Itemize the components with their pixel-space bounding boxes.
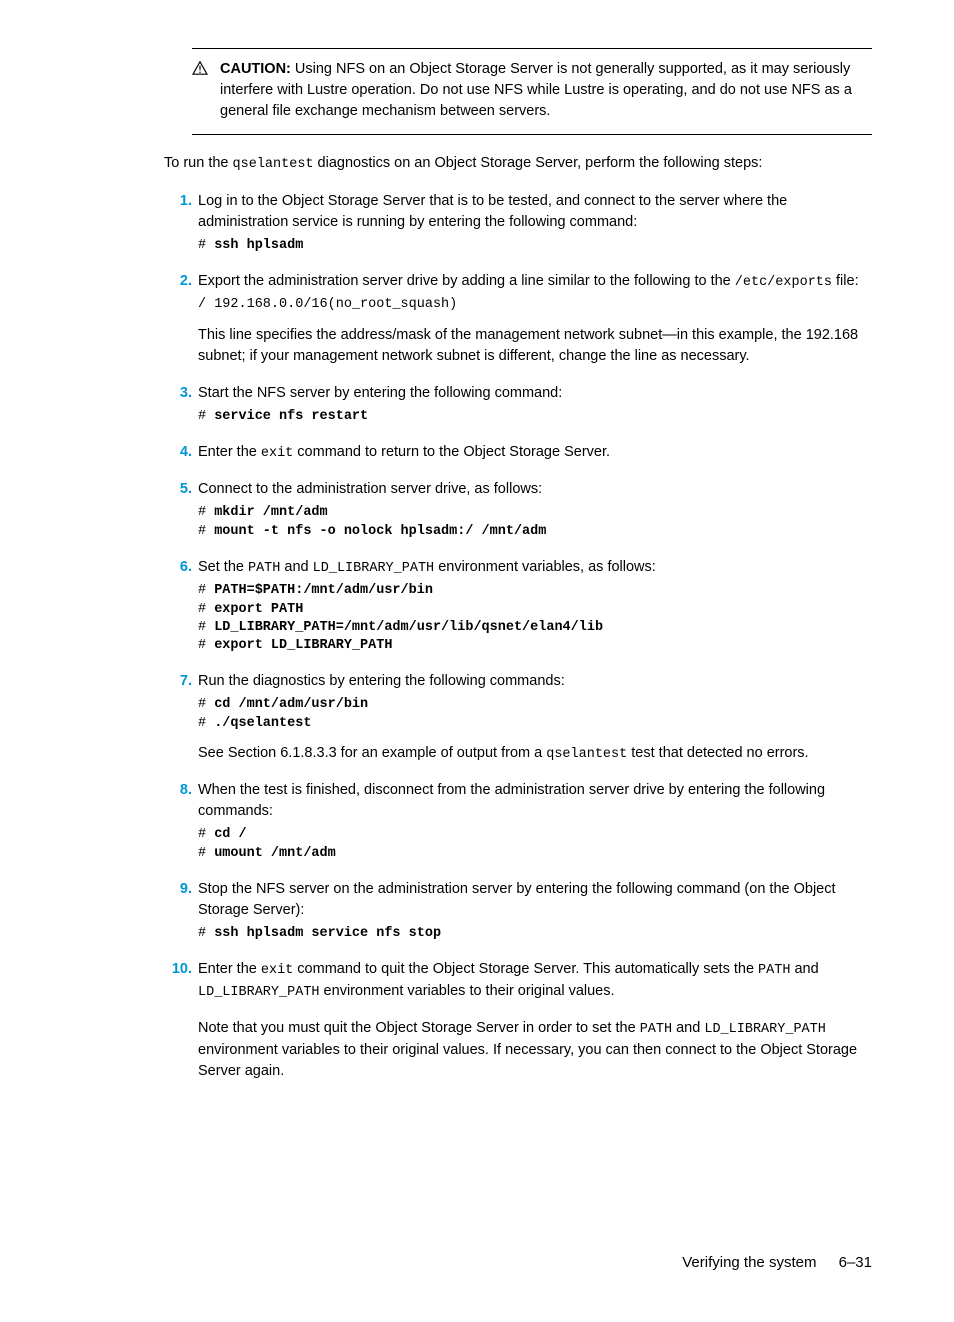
step-7-code: # cd /mnt/adm/usr/bin # ./qselantest bbox=[198, 696, 872, 732]
step-3: Start the NFS server by entering the fol… bbox=[164, 383, 872, 426]
step-4-text: Enter the exit command to return to the … bbox=[198, 442, 872, 464]
step-9-code: # ssh hplsadm service nfs stop bbox=[198, 925, 872, 943]
step-3-code: # service nfs restart bbox=[198, 408, 872, 426]
step-3-text: Start the NFS server by entering the fol… bbox=[198, 383, 872, 404]
step-10-p2: Note that you must quit the Object Stora… bbox=[198, 1018, 872, 1082]
intro-post: diagnostics on an Object Storage Server,… bbox=[314, 155, 763, 171]
step-7: Run the diagnostics by entering the foll… bbox=[164, 671, 872, 764]
step-5-code: # mkdir /mnt/adm # mount -t nfs -o noloc… bbox=[198, 504, 872, 540]
footer-page: 6–31 bbox=[839, 1254, 872, 1271]
step-10-p1: Enter the exit command to quit the Objec… bbox=[198, 959, 872, 1002]
step-2-code: / 192.168.0.0/16(no_root_squash) bbox=[198, 296, 872, 314]
step-1: Log in to the Object Storage Server that… bbox=[164, 191, 872, 255]
caution-text: CAUTION: Using NFS on an Object Storage … bbox=[220, 59, 872, 122]
step-4: Enter the exit command to return to the … bbox=[164, 442, 872, 464]
page-footer: Verifying the system 6–31 bbox=[82, 1252, 872, 1274]
step-8-code: # cd / # umount /mnt/adm bbox=[198, 826, 872, 862]
intro-paragraph: To run the qselantest diagnostics on an … bbox=[164, 153, 872, 175]
step-6-text: Set the PATH and LD_LIBRARY_PATH environ… bbox=[198, 557, 872, 579]
intro-pre: To run the bbox=[164, 155, 233, 171]
step-1-code: # ssh hplsadm bbox=[198, 237, 872, 255]
caution-body: Using NFS on an Object Storage Server is… bbox=[220, 61, 852, 119]
step-2: Export the administration server drive b… bbox=[164, 271, 872, 367]
caution-icon bbox=[192, 59, 220, 122]
caution-box: CAUTION: Using NFS on an Object Storage … bbox=[192, 48, 872, 135]
step-2-note: This line specifies the address/mask of … bbox=[198, 325, 872, 367]
steps-list: Log in to the Object Storage Server that… bbox=[164, 191, 872, 1082]
step-7-note: See Section 6.1.8.3.3 for an example of … bbox=[198, 743, 872, 765]
step-5-text: Connect to the administration server dri… bbox=[198, 479, 872, 500]
caution-label: CAUTION: bbox=[220, 61, 291, 77]
step-10: Enter the exit command to quit the Objec… bbox=[164, 959, 872, 1082]
step-1-text: Log in to the Object Storage Server that… bbox=[198, 191, 872, 233]
step-6-code: # PATH=$PATH:/mnt/adm/usr/bin # export P… bbox=[198, 582, 872, 655]
step-8: When the test is finished, disconnect fr… bbox=[164, 780, 872, 862]
footer-title: Verifying the system bbox=[682, 1254, 816, 1271]
step-9: Stop the NFS server on the administratio… bbox=[164, 879, 872, 943]
step-7-text: Run the diagnostics by entering the foll… bbox=[198, 671, 872, 692]
step-5: Connect to the administration server dri… bbox=[164, 479, 872, 540]
step-8-text: When the test is finished, disconnect fr… bbox=[198, 780, 872, 822]
step-6: Set the PATH and LD_LIBRARY_PATH environ… bbox=[164, 557, 872, 655]
step-2-text: Export the administration server drive b… bbox=[198, 271, 872, 293]
step-9-text: Stop the NFS server on the administratio… bbox=[198, 879, 872, 921]
intro-code: qselantest bbox=[233, 157, 314, 172]
